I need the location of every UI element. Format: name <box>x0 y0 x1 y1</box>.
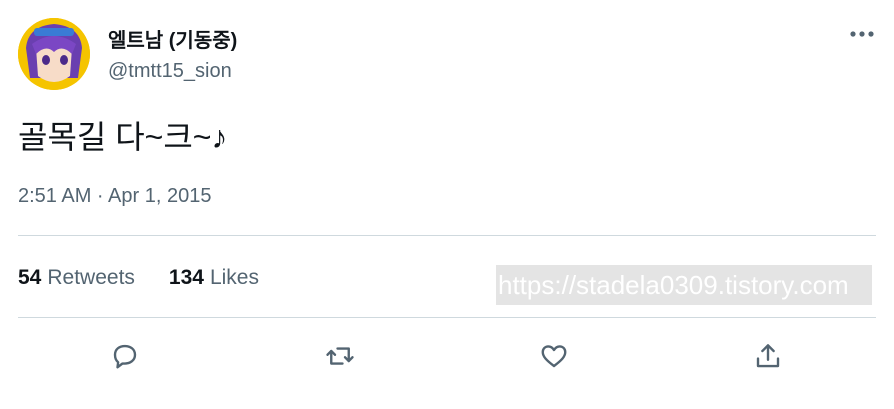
watermark: https://stadela0309.tistory.com <box>496 265 872 305</box>
reply-icon <box>113 344 137 369</box>
retweets-stat[interactable]: 54 Retweets <box>18 266 135 290</box>
reply-button[interactable] <box>103 334 147 378</box>
retweet-icon <box>326 347 354 365</box>
like-button[interactable] <box>532 334 576 378</box>
author-handle[interactable]: @tmtt15_sion <box>108 60 232 83</box>
heart-icon <box>541 345 567 368</box>
retweets-label: Retweets <box>47 266 135 289</box>
more-icon <box>850 31 874 37</box>
anime-avatar-icon <box>18 18 90 90</box>
likes-stat[interactable]: 134 Likes <box>169 266 259 290</box>
retweets-count: 54 <box>18 266 42 289</box>
likes-count: 134 <box>168 266 204 289</box>
divider-bottom <box>18 317 876 318</box>
more-options-button[interactable] <box>846 18 878 50</box>
tweet-timestamp[interactable]: 2:51 AM · Apr 1, 2015 <box>18 185 211 208</box>
author-display-name[interactable]: 엘트남 (기동중) <box>108 24 237 53</box>
share-icon <box>756 344 780 368</box>
action-bar <box>0 334 894 378</box>
tweet-stats: 54 Retweets 134 Likes <box>18 266 259 290</box>
likes-label: Likes <box>209 266 259 289</box>
timestamp-text[interactable]: 2:51 AM · Apr 1, 2015 <box>18 185 211 207</box>
tweet-text: 골목길 다~크~♪ <box>18 119 228 155</box>
share-button[interactable] <box>746 334 790 378</box>
retweet-button[interactable] <box>318 334 362 378</box>
divider-top <box>18 235 876 236</box>
avatar[interactable] <box>18 18 90 90</box>
